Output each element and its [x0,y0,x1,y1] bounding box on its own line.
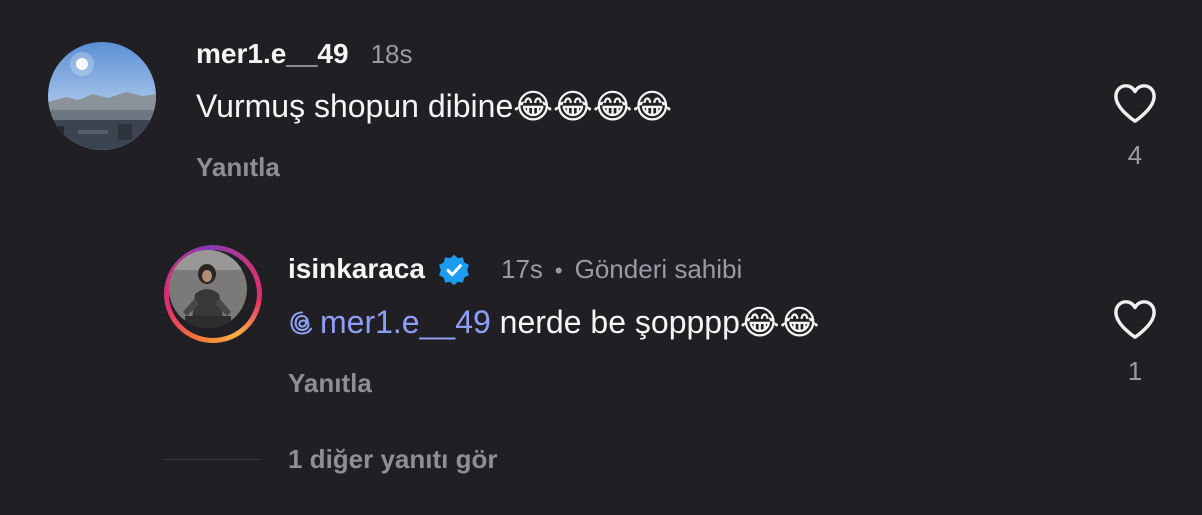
like-control: 4 [1110,82,1160,171]
verified-badge-icon [439,254,469,286]
comments-thread: mer1.e__49 18s Vurmuş shopun dibine 😂😂😂😂 … [0,0,1202,515]
username[interactable]: isinkaraca [288,253,425,285]
separator-dot: • [554,258,563,283]
avatar-landscape-image [48,42,156,150]
thread-divider [164,459,260,460]
reply-button[interactable]: Yanıtla [288,368,372,399]
story-ring[interactable] [164,245,262,343]
view-more-replies-button[interactable]: 1 diğer yanıtı gör [288,444,498,475]
emoji-text: 😂😂 [739,303,820,342]
username[interactable]: mer1.e__49 [196,38,349,70]
mention-username: mer1.e__49 [320,304,491,340]
timestamp: 17s [501,254,543,284]
reply-button[interactable]: Yanıtla [196,152,280,183]
comment-body: Vurmuş shopun dibine [196,88,514,124]
like-count: 4 [1127,140,1143,170]
heart-outline-icon[interactable] [1112,82,1158,124]
mention-link[interactable]: mer1.e__49 [288,304,491,341]
comment-text: mer1.e__49 nerde be şopppp 😂😂 [288,304,819,341]
heart-outline-icon[interactable] [1112,298,1158,340]
post-owner-label: Gönderi sahibi [574,254,743,284]
comment-body: nerde be şopppp [490,304,740,340]
like-control: 1 [1110,298,1160,387]
avatar[interactable] [169,250,247,328]
like-count: 1 [1127,356,1143,386]
comment-text: Vurmuş shopun dibine 😂😂😂😂 [196,88,672,125]
comment-header: isinkaraca 17s • Gönderi sahibi [288,253,742,287]
avatar[interactable] [48,42,156,150]
threads-icon [290,310,313,335]
avatar-portrait-image [169,250,247,328]
timestamp: 18s [370,39,413,69]
comment-header: mer1.e__49 18s [196,38,413,70]
emoji-text: 😂😂😂😂 [513,87,673,126]
